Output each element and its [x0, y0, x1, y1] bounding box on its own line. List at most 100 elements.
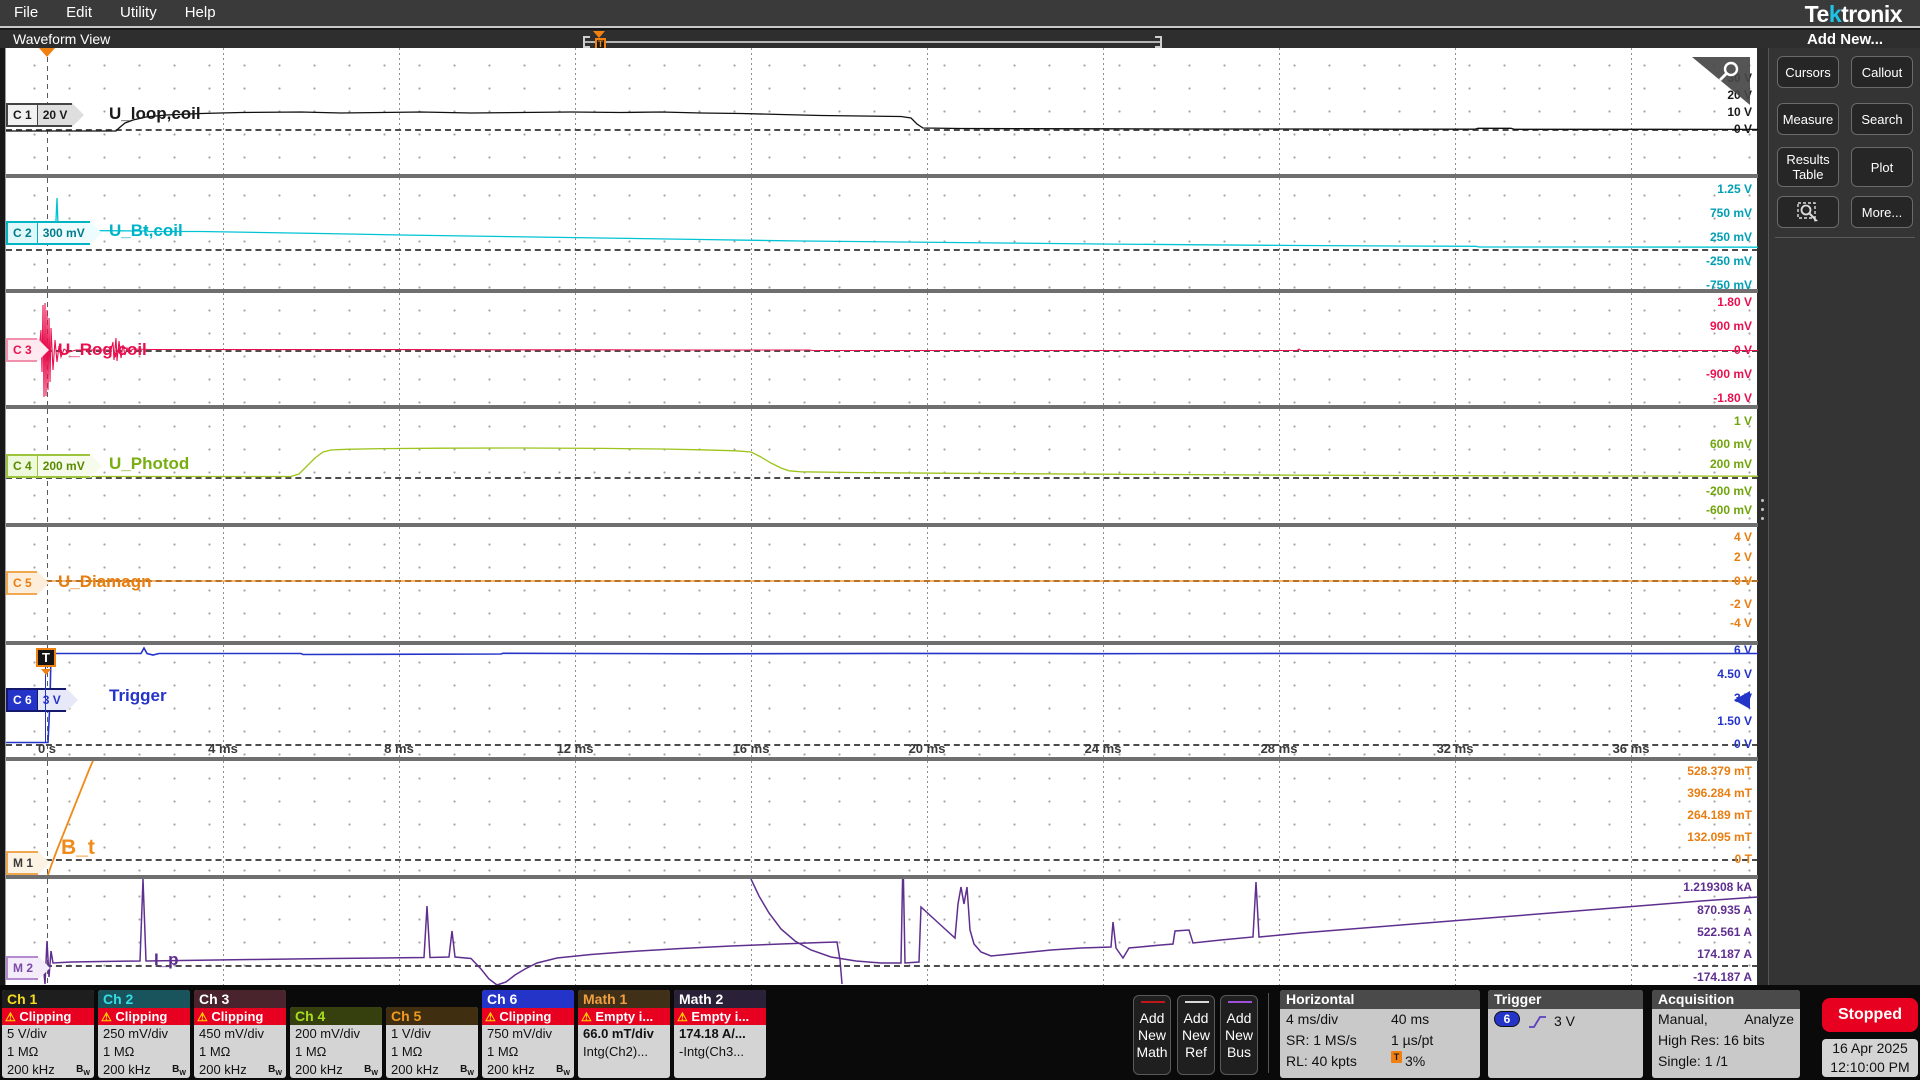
add-new-math-button[interactable]: Add New Math — [1133, 995, 1171, 1075]
trace-c1 — [6, 48, 1758, 174]
badge-cell: C 3 — [6, 338, 37, 362]
more-button[interactable]: More... — [1851, 196, 1913, 228]
badge-row: 200 kHzBW — [2, 1061, 94, 1078]
bottom-badge-ch3[interactable]: Ch 3⚠ Clipping450 mV/div1 MΩ200 kHzBW — [194, 990, 286, 1078]
trigger-t-marker-pointer-icon — [41, 669, 51, 675]
badge-cell: 20 V — [37, 103, 73, 127]
trigger-panel[interactable]: Trigger 6 3 V — [1488, 990, 1643, 1078]
cursors-button[interactable]: Cursors — [1777, 56, 1839, 88]
bottom-badge-ch2[interactable]: Ch 2⚠ Clipping250 mV/div1 MΩ200 kHzBW — [98, 990, 190, 1078]
badge-pointer-icon — [90, 221, 102, 245]
bottom-badge-title: Ch 2 — [98, 990, 190, 1008]
clipping-alert: ⚠ Clipping — [194, 1008, 286, 1025]
clipping-alert: ⚠ Empty i... — [578, 1008, 670, 1025]
horizontal-scale: 4 ms/div — [1286, 1009, 1391, 1030]
channel-badge-m2[interactable]: M 2 — [6, 956, 50, 980]
channel-badge-c2[interactable]: C 2300 mV — [6, 221, 102, 245]
waveform-slice-m2[interactable]: 1.219308 kA870.935 A522.561 A174.187 A-1… — [6, 879, 1758, 985]
waveform-slice-c6[interactable]: 6 V4.50 V3 V1.50 V0 VC 63 VTrigger — [6, 645, 1758, 757]
clipping-alert: ⚠ Clipping — [98, 1008, 190, 1025]
menu-utility[interactable]: Utility — [106, 0, 171, 27]
channel-badge-c5[interactable]: C 5 — [6, 571, 49, 595]
add-new-heading: Add New... — [1769, 31, 1920, 48]
badge-row: 1 MΩ — [194, 1043, 286, 1061]
callout-button[interactable]: Callout — [1851, 56, 1913, 88]
warning-icon: ⚠ — [581, 1010, 592, 1024]
badge-row: 1 MΩ — [290, 1043, 382, 1061]
sample-rate: SR: 1 MS/s — [1286, 1030, 1391, 1051]
add-new-bus-button[interactable]: Add New Bus — [1220, 995, 1258, 1075]
waveform-slice-c4[interactable]: 1 V600 mV200 mV-200 mV-600 mVC 4200 mVU_… — [6, 409, 1758, 523]
badge-row: 174.18 A/... — [674, 1025, 766, 1043]
waveform-plot[interactable]: 30 V20 V10 V0 VC 120 VU_loop,coil1.25 V7… — [5, 48, 1757, 985]
waveform-slice-c3[interactable]: 1.80 V900 mV0 V-900 mV-1.80 VC 3U_Rog,co… — [6, 293, 1758, 405]
view-title: Waveform View — [13, 31, 110, 47]
badge-row: 1 MΩ — [2, 1043, 94, 1061]
results-table-button[interactable]: Results Table — [1777, 147, 1839, 187]
trigger-position-percent: 3% — [1405, 1051, 1425, 1072]
measure-button[interactable]: Measure — [1777, 103, 1839, 135]
bottom-badge-math1[interactable]: Math 1⚠ Empty i...66.0 mT/divIntg(Ch2)..… — [578, 990, 670, 1078]
horizontal-panel[interactable]: Horizontal 4 ms/div40 ms SR: 1 MS/s1 µs/… — [1280, 990, 1480, 1078]
badge-row: 200 kHzBW — [386, 1061, 478, 1078]
oscilloscope-app: File Edit Utility Help Tektronix Wavefor… — [0, 0, 1920, 1080]
slice-separator — [6, 289, 1758, 293]
menu-help[interactable]: Help — [171, 0, 230, 27]
bandwidth-limit-icon: BW — [460, 1061, 474, 1078]
add-new-ref-button[interactable]: Add New Ref — [1177, 995, 1215, 1075]
channel-badge-c6[interactable]: C 63 V — [6, 688, 78, 712]
trigger-title: Trigger — [1488, 990, 1643, 1009]
trigger-position-pointer-icon — [593, 31, 605, 38]
search-button[interactable]: Search — [1851, 103, 1913, 135]
trace-c2 — [6, 178, 1758, 289]
bottom-badge-math2[interactable]: Math 2⚠ Empty i...174.18 A/...-Intg(Ch3.… — [674, 990, 766, 1078]
channel-badge-c4[interactable]: C 4200 mV — [6, 454, 102, 478]
trace-c6 — [6, 645, 1758, 757]
trigger-t-marker-icon[interactable]: T — [36, 648, 56, 667]
waveform-slice-c2[interactable]: 1.25 V750 mV250 mV-250 mV-750 mVC 2300 m… — [6, 178, 1758, 289]
acq-single: Single: 1 /1 — [1652, 1051, 1800, 1072]
bottom-badge-title: Ch 5 — [386, 1007, 478, 1025]
plot-button[interactable]: Plot — [1851, 147, 1913, 187]
trace-m1 — [6, 761, 1758, 875]
run-stop-status-button[interactable]: Stopped — [1822, 998, 1918, 1032]
trigger-vertical-line — [45, 666, 46, 742]
menu-edit[interactable]: Edit — [52, 0, 106, 27]
bottom-badge-ch6[interactable]: Ch 6⚠ Clipping750 mV/div1 MΩ200 kHzBW — [482, 990, 574, 1078]
bottom-badge-ch5[interactable]: Ch 51 V/div1 MΩ200 kHzBW — [386, 1007, 478, 1078]
warning-icon: ⚠ — [197, 1010, 208, 1024]
waveform-slice-c5[interactable]: 4 V2 V0 V-2 V-4 VC 5U_Diamagn — [6, 527, 1758, 641]
channel-badge-m1[interactable]: M 1 — [6, 851, 50, 875]
box-zoom-button[interactable] — [1777, 196, 1839, 228]
trigger-source-badge: 6 — [1494, 1011, 1520, 1027]
record-position-slider[interactable]: T — [585, 38, 1160, 42]
trigger-flag-icon: T — [1391, 1051, 1402, 1063]
menu-bar: File Edit Utility Help Tektronix — [0, 0, 1920, 28]
right-sidebar: Add New... Cursors Callout Measure Searc… — [1768, 48, 1920, 985]
record-length: RL: 40 kpts — [1286, 1051, 1391, 1072]
time-axis-label: 4 ms — [208, 741, 238, 756]
waveform-slice-c1[interactable]: 30 V20 V10 V0 VC 120 VU_loop,coil — [6, 48, 1758, 174]
channel-badge-c1[interactable]: C 120 V — [6, 103, 84, 127]
channel-badge-c3[interactable]: C 3 — [6, 338, 49, 362]
acquisition-panel[interactable]: Acquisition Manual,Analyze High Res: 16 … — [1652, 990, 1800, 1078]
menu-file[interactable]: File — [0, 0, 52, 27]
warning-icon: ⚠ — [677, 1010, 688, 1024]
trigger-level-arrow-icon[interactable] — [1734, 691, 1750, 709]
trigger-position-top-icon[interactable] — [39, 48, 55, 57]
bandwidth-limit-icon: BW — [364, 1061, 378, 1078]
clipping-alert: ⚠ Clipping — [482, 1008, 574, 1025]
channel-name-c1: U_loop,coil — [109, 104, 201, 124]
bottom-divider — [1268, 993, 1269, 1073]
bottom-status-bar: Ch 1⚠ Clipping5 V/div1 MΩ200 kHzBWCh 2⚠ … — [0, 985, 1920, 1080]
badge-pointer-icon — [38, 956, 50, 980]
pane-splitter[interactable] — [1757, 48, 1768, 985]
bottom-badge-ch1[interactable]: Ch 1⚠ Clipping5 V/div1 MΩ200 kHzBW — [2, 990, 94, 1078]
bottom-badge-ch4[interactable]: Ch 4200 mV/div1 MΩ200 kHzBW — [290, 1007, 382, 1078]
badge-row: 5 V/div — [2, 1025, 94, 1043]
badge-row: 1 V/div — [386, 1025, 478, 1043]
waveform-slice-m1[interactable]: 528.379 mT396.284 mT264.189 mT132.095 mT… — [6, 761, 1758, 875]
trace-c5 — [6, 527, 1758, 641]
channel-name-m2: I_p — [154, 950, 179, 970]
channel-name-c2: U_Bt,coil — [109, 221, 183, 241]
